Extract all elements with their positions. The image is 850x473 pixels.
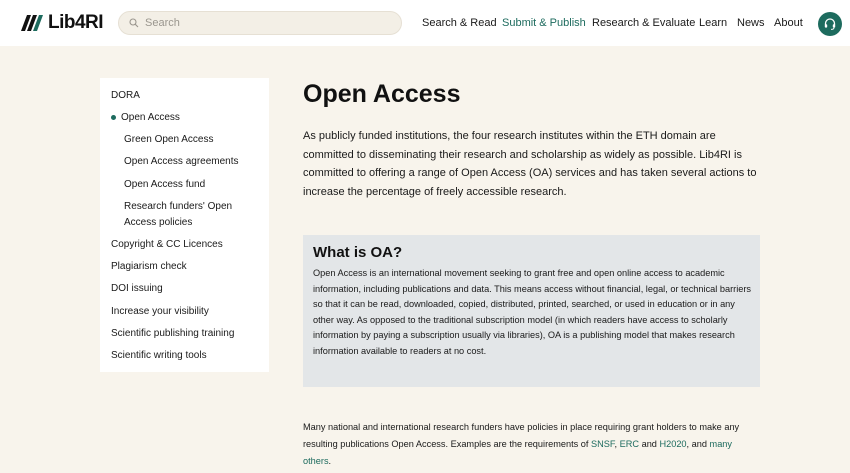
erc-link[interactable]: ERC — [620, 439, 639, 449]
sidebar-item-open-access-fund[interactable]: Open Access fund — [124, 177, 264, 192]
snsf-link[interactable]: SNSF — [591, 439, 614, 449]
active-bullet-icon — [111, 115, 116, 120]
sidebar-item-open-access[interactable]: Open Access — [111, 110, 180, 125]
sidebar-nav: DORA Open Access Green Open Access Open … — [100, 78, 269, 372]
sidebar-item-green-open-access[interactable]: Green Open Access — [124, 132, 264, 147]
site-header: Lib4RI Search Search & Read Submit & Pub… — [0, 0, 850, 46]
oa-box-text: Open Access is an international movement… — [313, 268, 752, 356]
sidebar-item-publishing-training[interactable]: Scientific publishing training — [111, 326, 234, 341]
oa-box-title: What is OA? — [313, 244, 403, 261]
nav-about[interactable]: About — [774, 17, 803, 29]
sidebar-item-funders-policies[interactable]: Research funders' Open Access policies — [124, 199, 256, 230]
sidebar-item-visibility[interactable]: Increase your visibility — [111, 304, 209, 319]
separator-text: , and — [686, 438, 710, 449]
sidebar-item-open-access-agreements[interactable]: Open Access agreements — [124, 154, 264, 169]
nav-research-evaluate[interactable]: Research & Evaluate — [592, 17, 695, 29]
nav-news[interactable]: News — [737, 17, 765, 29]
nav-submit-publish[interactable]: Submit & Publish — [502, 17, 586, 29]
end-text: . — [328, 455, 332, 466]
sidebar-item-doi[interactable]: DOI issuing — [111, 281, 163, 296]
funders-paragraph: Many national and international research… — [303, 419, 753, 469]
sidebar-item-copyright[interactable]: Copyright & CC Licences — [111, 237, 223, 252]
separator-text: and — [639, 438, 660, 449]
what-is-oa-box: What is OA? Open Access is an internatio… — [303, 235, 760, 387]
nav-search-read[interactable]: Search & Read — [422, 17, 497, 29]
headset-icon — [824, 18, 836, 30]
sidebar-item-dora[interactable]: DORA — [111, 88, 140, 103]
main-nav: Search & Read Submit & Publish Research … — [0, 0, 850, 46]
h2020-link[interactable]: H2020 — [659, 439, 686, 449]
support-button[interactable] — [818, 12, 842, 36]
sidebar-item-plagiarism[interactable]: Plagiarism check — [111, 259, 187, 274]
sidebar-item-writing-tools[interactable]: Scientific writing tools — [111, 348, 207, 363]
intro-paragraph: As publicly funded institutions, the fou… — [303, 130, 757, 199]
nav-learn[interactable]: Learn — [699, 17, 727, 29]
sidebar-item-label: Open Access — [121, 112, 180, 123]
page-title: Open Access — [303, 80, 461, 108]
